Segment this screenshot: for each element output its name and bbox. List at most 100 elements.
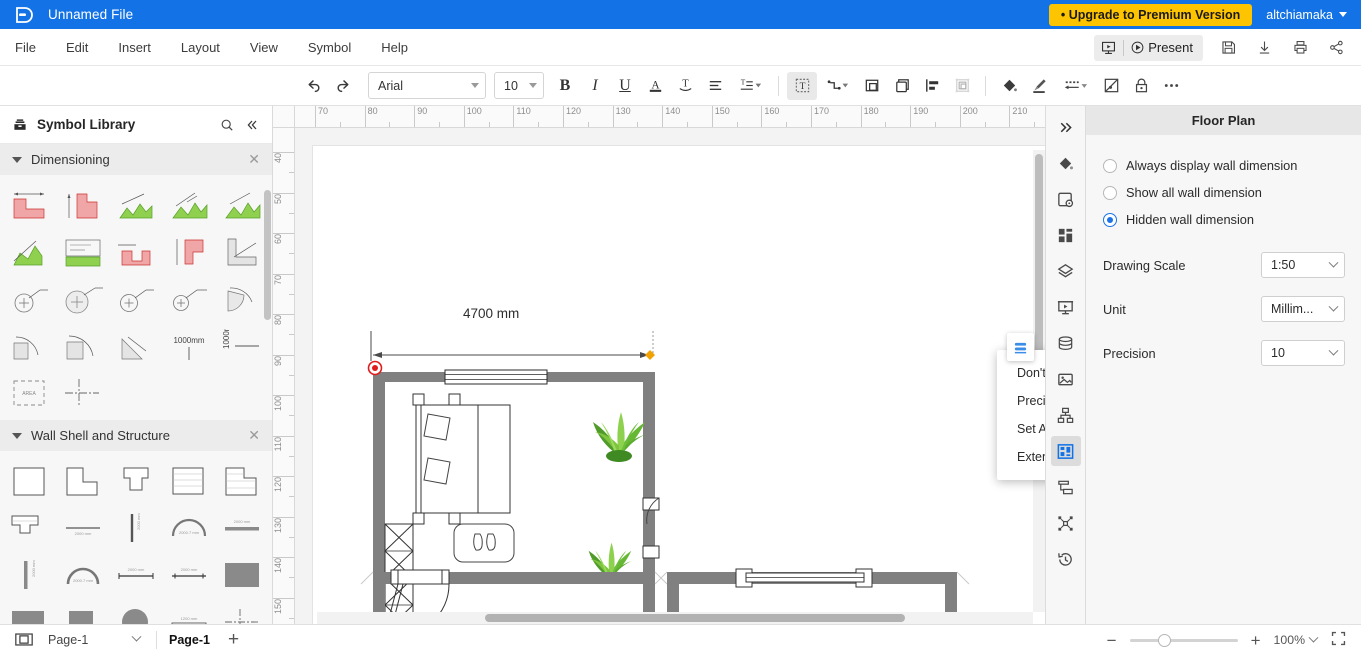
connector-button[interactable] [817, 72, 857, 100]
line-type-button[interactable] [1054, 72, 1096, 100]
symbol-item[interactable]: 1200 mm [162, 598, 215, 624]
symbol-item[interactable]: 2000.7 mm [57, 551, 110, 598]
duplicate-button[interactable] [887, 72, 917, 100]
expand-panel-button[interactable] [1051, 112, 1081, 142]
symbol-item[interactable]: 2000 mm [4, 551, 57, 598]
symbol-item[interactable]: 2000 mm [215, 504, 268, 551]
library-scrollbar[interactable] [264, 190, 271, 320]
symbol-item[interactable] [110, 322, 163, 369]
horizontal-scrollbar[interactable] [485, 614, 905, 622]
add-page-button[interactable]: + [228, 630, 239, 649]
data-button[interactable] [1051, 328, 1081, 358]
symbol-item[interactable] [110, 598, 163, 624]
menu-view[interactable]: View [235, 29, 293, 66]
font-size-select[interactable]: 10 [494, 72, 544, 99]
unit-select[interactable]: Millim... [1261, 296, 1345, 322]
menu-item-extension-lines[interactable]: Extension Lines [997, 443, 1045, 471]
save-button[interactable] [1211, 35, 1245, 61]
floor-plan-drawing[interactable] [313, 146, 1045, 624]
version-history-button[interactable] [1051, 544, 1081, 574]
menu-item-precision-units[interactable]: Precision & Units [997, 387, 1045, 415]
collapse-left-icon[interactable] [244, 117, 260, 133]
radio-show-all-wall-dimension[interactable]: Show all wall dimension [1086, 179, 1361, 206]
menu-item-dont-show-units[interactable]: Don't Show Units [997, 359, 1045, 387]
symbol-item[interactable]: 1000mm [215, 322, 268, 369]
text-box-button[interactable]: T [787, 71, 817, 100]
floor-plan-button[interactable] [1050, 436, 1081, 466]
symbol-item[interactable] [4, 598, 57, 624]
present-button[interactable]: Present [1124, 35, 1203, 61]
symbol-item[interactable] [4, 275, 57, 322]
symbol-item[interactable]: AREA [4, 369, 57, 416]
group-button[interactable] [857, 72, 887, 100]
close-icon[interactable]: ✕ [248, 151, 260, 168]
symbol-item[interactable] [110, 457, 163, 504]
text-curve-button[interactable]: T [670, 72, 700, 100]
radio-always-display-wall-dimension[interactable]: Always display wall dimension [1086, 152, 1361, 179]
arrange-button[interactable] [947, 72, 977, 100]
ruler-horizontal[interactable]: 70 80 90 100 110 120 130 140 150 160 170 180 190 200 2… [295, 106, 1045, 128]
symbol-item[interactable]: 2000 mm [162, 551, 215, 598]
symbol-item[interactable] [110, 275, 163, 322]
symbol-item[interactable] [57, 457, 110, 504]
search-icon[interactable] [219, 117, 235, 133]
precision-select[interactable]: 10 [1261, 340, 1345, 366]
page-layout-icon[interactable] [14, 631, 34, 648]
underline-button[interactable]: U [610, 72, 640, 100]
print-button[interactable] [1283, 35, 1317, 61]
symbol-item[interactable] [57, 598, 110, 624]
menu-file[interactable]: File [0, 29, 51, 66]
fit-screen-button[interactable] [1330, 630, 1347, 650]
symbol-item[interactable] [57, 322, 110, 369]
symbol-item[interactable]: 2000 mm [57, 504, 110, 551]
more-button[interactable] [1156, 72, 1186, 100]
upgrade-button[interactable]: • Upgrade to Premium Version [1048, 3, 1253, 26]
symbol-item[interactable] [162, 457, 215, 504]
flowchart-button[interactable] [1051, 472, 1081, 502]
fill-button[interactable] [994, 72, 1024, 100]
download-button[interactable] [1247, 35, 1281, 61]
org-chart-button[interactable] [1051, 400, 1081, 430]
bold-button[interactable]: B [550, 72, 580, 100]
zoom-slider[interactable] [1129, 633, 1238, 647]
align-objects-button[interactable] [917, 72, 947, 100]
page-setup-button[interactable] [1051, 184, 1081, 214]
quick-styles-button[interactable] [1051, 220, 1081, 250]
menu-insert[interactable]: Insert [103, 29, 166, 66]
menu-item-set-angle[interactable]: Set Angle [997, 415, 1045, 443]
menu-edit[interactable]: Edit [51, 29, 103, 66]
symbol-item[interactable] [110, 228, 163, 275]
fill-tool-button[interactable] [1051, 148, 1081, 178]
group-header-wall-shell[interactable]: Wall Shell and Structure ✕ [0, 420, 272, 451]
radio-hidden-wall-dimension[interactable]: Hidden wall dimension [1086, 206, 1361, 233]
user-menu[interactable]: altchiamaka [1266, 8, 1347, 22]
zoom-out-button[interactable]: − [1107, 632, 1117, 649]
symbol-item[interactable]: 2000 mm [110, 504, 163, 551]
share-button[interactable] [1319, 35, 1353, 61]
menu-help[interactable]: Help [366, 29, 423, 66]
undo-button[interactable] [298, 72, 328, 100]
symbol-item[interactable] [162, 275, 215, 322]
symbol-item[interactable] [4, 457, 57, 504]
lock-button[interactable] [1126, 72, 1156, 100]
symbol-item[interactable] [4, 181, 57, 228]
redo-button[interactable] [328, 72, 358, 100]
mind-map-button[interactable] [1051, 508, 1081, 538]
page-select[interactable]: Page-1 [34, 631, 144, 647]
symbol-item[interactable] [4, 322, 57, 369]
symbol-item[interactable] [57, 181, 110, 228]
symbol-item[interactable]: 2000 mm [110, 551, 163, 598]
symbol-item[interactable] [162, 181, 215, 228]
symbol-item[interactable] [4, 228, 57, 275]
line-spacing-button[interactable]: T [730, 72, 770, 100]
symbol-item[interactable]: 2000.7 mm [162, 504, 215, 551]
symbol-item[interactable] [215, 228, 268, 275]
close-icon[interactable]: ✕ [248, 427, 260, 444]
zoom-slider-knob[interactable] [1157, 633, 1171, 647]
symbol-item[interactable] [215, 275, 268, 322]
slides-button[interactable] [1051, 292, 1081, 322]
page-tab-page-1[interactable]: Page-1 [169, 633, 210, 647]
drawing-scale-select[interactable]: 1:50 [1261, 252, 1345, 278]
dimension-options-button[interactable] [1007, 333, 1034, 361]
line-color-button[interactable] [1024, 72, 1054, 100]
